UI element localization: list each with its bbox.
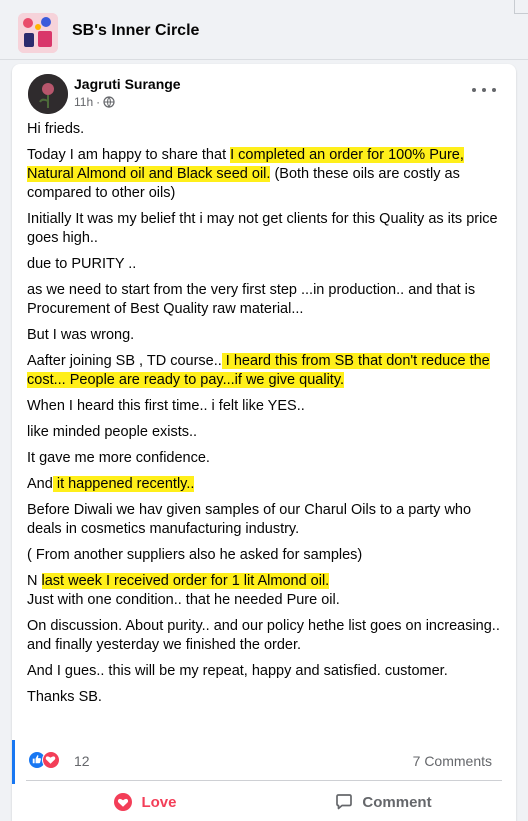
post-paragraph: Hi frieds.	[27, 120, 503, 139]
post-paragraph: Initially It was my belief tht i may not…	[27, 210, 503, 248]
post-paragraph: But I was wrong.	[27, 326, 503, 345]
post-text-segment: ( From another suppliers also he asked f…	[27, 547, 363, 563]
post-text-segment: Hi frieds.	[27, 121, 85, 137]
post-text-segment: Initially It was my belief tht i may not…	[27, 211, 498, 246]
post-text-segment: But I was wrong.	[27, 327, 135, 343]
group-avatar[interactable]	[18, 13, 58, 53]
post-text-segment: And I gues.. this will be my repeat, hap…	[27, 663, 448, 679]
post-paragraph: as we need to start from the very first …	[27, 281, 503, 319]
comment-button[interactable]: Comment	[264, 786, 502, 818]
post-text-segment: And	[27, 476, 53, 492]
post-paragraph: ( From another suppliers also he asked f…	[27, 546, 503, 565]
post-text-segment: due to PURITY ..	[27, 256, 137, 272]
post-card: Jagruti Surange 11h · Hi frieds. Today I …	[12, 64, 516, 821]
post-paragraph: Aafter joining SB , TD course.. I heard …	[27, 352, 503, 390]
post-time[interactable]: 11h	[74, 95, 93, 109]
post-text-segment: as we need to start from the very first …	[27, 282, 476, 317]
post-paragraph: due to PURITY ..	[27, 255, 503, 274]
divider	[26, 780, 502, 781]
more-options-icon[interactable]	[472, 82, 496, 98]
comment-label: Comment	[362, 793, 432, 811]
reaction-count[interactable]: 12	[74, 753, 90, 769]
post-meta: 11h ·	[74, 95, 115, 109]
post-paragraph: Before Diwali we hav given samples of ou…	[27, 501, 503, 539]
left-accent-bar	[12, 740, 15, 784]
window-corner	[514, 0, 528, 14]
love-label: Love	[141, 793, 177, 811]
comments-count[interactable]: 7 Comments	[413, 753, 492, 769]
post-text-segment: Just with one condition.. that he needed…	[27, 592, 340, 608]
author-avatar[interactable]	[28, 74, 68, 114]
post-paragraph: When I heard this first time.. i felt li…	[27, 397, 503, 416]
love-icon	[114, 793, 133, 811]
post-text-segment: Aafter joining SB , TD course..	[27, 353, 222, 369]
highlighted-text: last week I received order for 1 lit Alm…	[41, 573, 330, 589]
post-text-segment: N	[27, 573, 42, 589]
post-text-segment: like minded people exists..	[27, 424, 198, 440]
highlighted-text: it happened recently..	[52, 476, 195, 492]
post-actions: Love Comment	[26, 786, 502, 818]
comment-icon	[336, 794, 353, 810]
love-icon	[42, 751, 60, 769]
post-text-segment: Thanks SB.	[27, 689, 102, 705]
reaction-icons[interactable]	[28, 751, 62, 769]
group-header: SB's Inner Circle	[0, 0, 528, 60]
post-paragraph: Thanks SB.	[27, 688, 503, 707]
post-text-segment: When I heard this first time.. i felt li…	[27, 398, 305, 414]
reactions-bar: 12 7 Comments	[26, 746, 502, 774]
post-text-segment: It gave me more confidence.	[27, 450, 210, 466]
love-button[interactable]: Love	[26, 786, 264, 818]
post-paragraph: It gave me more confidence.	[27, 449, 503, 468]
post-text-segment: Today I am happy to share that	[27, 147, 231, 163]
post-paragraph: On discussion. About purity.. and our po…	[27, 617, 503, 655]
globe-icon	[103, 96, 115, 108]
post-paragraph: And it happened recently..	[27, 475, 503, 494]
post-paragraph: like minded people exists..	[27, 423, 503, 442]
post-text: Hi frieds. Today I am happy to share that…	[27, 120, 503, 714]
post-paragraph: N last week I received order for 1 lit A…	[27, 572, 503, 610]
post-paragraph: Today I am happy to share that I complet…	[27, 146, 503, 203]
author-name[interactable]: Jagruti Surange	[74, 76, 181, 92]
post-text-segment: On discussion. About purity.. and our po…	[27, 618, 500, 653]
post-paragraph: And I gues.. this will be my repeat, hap…	[27, 662, 503, 681]
post-text-segment: Before Diwali we hav given samples of ou…	[27, 502, 472, 537]
group-name[interactable]: SB's Inner Circle	[72, 22, 199, 40]
